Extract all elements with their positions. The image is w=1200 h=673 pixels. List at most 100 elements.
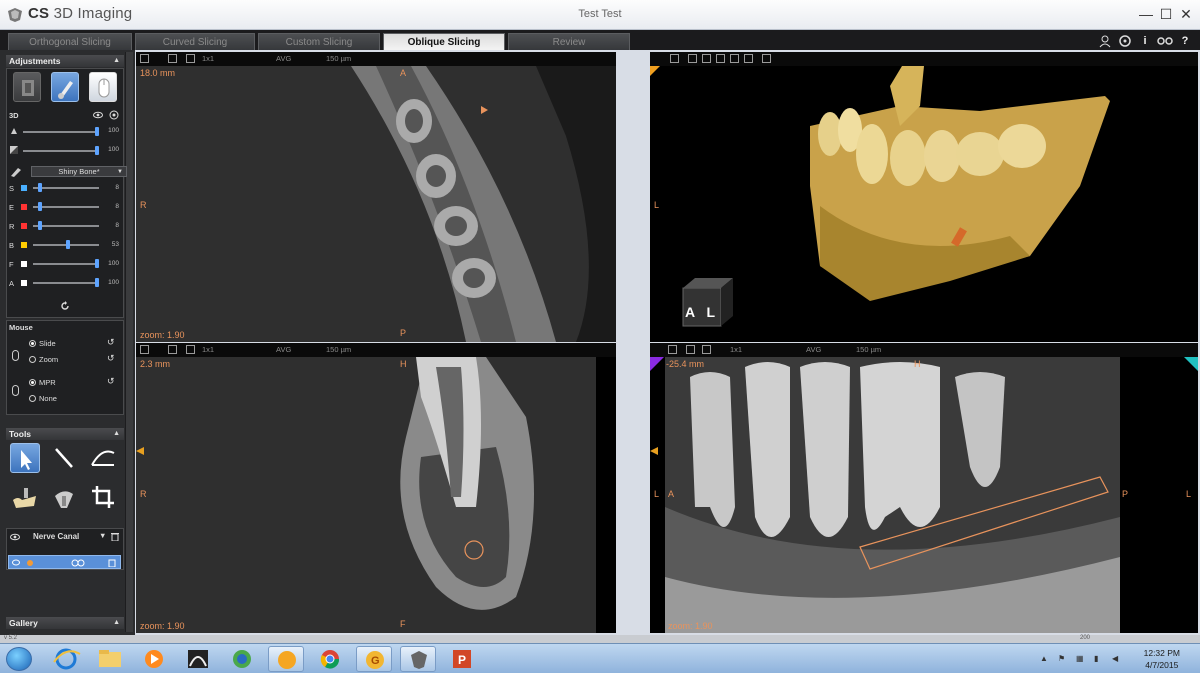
axial-layout-icon[interactable] (168, 54, 177, 63)
channel-slider-thumb[interactable] (95, 278, 99, 287)
nerve-color-swatch[interactable] (27, 560, 33, 566)
2d-mode-button[interactable] (13, 72, 41, 102)
channel-color-swatch[interactable] (21, 242, 27, 248)
pano-fullscreen-icon[interactable] (702, 345, 711, 354)
jaw-tool[interactable] (10, 482, 40, 512)
3d-print-icon[interactable] (730, 54, 739, 63)
channel-color-swatch[interactable] (21, 280, 27, 286)
mpr-reset-icon[interactable]: ↺ (107, 376, 115, 387)
link-icon[interactable] (71, 559, 85, 567)
network-app-taskbar-icon[interactable] (224, 646, 260, 672)
cross-thickness-label[interactable]: 150 µm (326, 345, 351, 354)
channel-slider-thumb[interactable] (95, 259, 99, 268)
channel-slider-track[interactable] (33, 206, 99, 208)
axial-grid-label[interactable]: 1x1 (202, 54, 214, 63)
tray-volume-icon[interactable]: ◀ (1112, 654, 1120, 663)
crop-tool[interactable] (88, 482, 118, 512)
eye-icon[interactable] (93, 111, 103, 119)
user-icon[interactable] (1098, 34, 1112, 48)
slide-radio[interactable] (29, 340, 36, 347)
viewport-panoramic[interactable]: 1x1 AVG 150 µm -25.4 mm H L A P L zoom: … (650, 343, 1198, 633)
tray-network-icon[interactable]: ▦ (1076, 654, 1084, 663)
axial-save-icon[interactable] (140, 54, 149, 63)
line-measure-tool[interactable] (49, 443, 79, 473)
implant-tool[interactable] (49, 482, 79, 512)
zoom-reset-icon[interactable]: ↺ (107, 353, 115, 364)
pointer-tool[interactable] (10, 443, 40, 473)
cross-layout-icon[interactable] (168, 345, 177, 354)
nerve-item-eye-icon[interactable] (12, 559, 20, 566)
brightness-slider-thumb[interactable] (95, 127, 99, 136)
3d-snapshot-icon[interactable] (702, 54, 711, 63)
channel-color-swatch[interactable] (21, 261, 27, 267)
windows-start-button[interactable] (6, 647, 32, 671)
settings-icon[interactable] (1156, 34, 1174, 48)
media-player-taskbar-icon[interactable] (136, 646, 172, 672)
powerpoint-taskbar-icon[interactable]: P (444, 646, 480, 672)
3d-view-icon[interactable] (762, 54, 771, 63)
nerve-eye-icon[interactable] (10, 533, 20, 541)
contrast-slider-thumb[interactable] (95, 146, 99, 155)
preset-select[interactable]: Shiny Bone* ▼ (31, 166, 127, 177)
channel-slider-track[interactable] (33, 282, 99, 284)
tab-custom-slicing[interactable]: Custom Slicing (258, 33, 380, 50)
tray-arrow-icon[interactable]: ▲ (1040, 654, 1048, 663)
nerve-canal-item[interactable] (8, 555, 121, 569)
tab-curved-slicing[interactable]: Curved Slicing (135, 33, 255, 50)
g-app-taskbar-icon[interactable]: G (356, 646, 392, 672)
music-app-taskbar-icon[interactable] (268, 646, 304, 672)
pano-thickness-label[interactable]: 150 µm (856, 345, 881, 354)
target-small-icon[interactable] (109, 110, 119, 120)
axial-avg-select[interactable]: AVG (276, 54, 291, 63)
axial-fullscreen-icon[interactable] (186, 54, 195, 63)
channel-color-swatch[interactable] (21, 204, 27, 210)
gallery-header[interactable]: Gallery ▲ (6, 617, 124, 629)
system-clock[interactable]: 12:32 PM 4/7/2015 (1144, 647, 1180, 671)
channel-slider-thumb[interactable] (65, 240, 70, 249)
3d-layout-icon[interactable] (688, 54, 697, 63)
cross-grid-label[interactable]: 1x1 (202, 345, 214, 354)
cs-imaging-taskbar-icon[interactable] (400, 646, 436, 672)
nerve-canal-dropdown-icon[interactable]: ▼ (99, 531, 106, 540)
cross-avg-select[interactable]: AVG (276, 345, 291, 354)
pano-avg-select[interactable]: AVG (806, 345, 821, 354)
tray-flag-icon[interactable]: ⚑ (1058, 654, 1066, 663)
channel-slider-track[interactable] (33, 225, 99, 227)
channel-slider-thumb[interactable] (37, 202, 42, 211)
info-icon[interactable]: i (1138, 34, 1152, 48)
brush-mode-button[interactable] (51, 72, 79, 102)
channel-color-swatch[interactable] (21, 185, 27, 191)
axial-thickness-label[interactable]: 150 µm (326, 54, 351, 63)
maximize-button[interactable]: ☐ (1156, 4, 1176, 24)
channel-color-swatch[interactable] (21, 223, 27, 229)
tab-review[interactable]: Review (508, 33, 630, 50)
minimize-button[interactable]: — (1136, 4, 1156, 24)
photo-app-taskbar-icon[interactable] (180, 646, 216, 672)
3d-save-icon[interactable] (670, 54, 679, 63)
internet-explorer-taskbar-icon[interactable] (48, 646, 84, 672)
channel-slider-track[interactable] (33, 263, 99, 265)
nerve-item-delete-icon[interactable] (108, 558, 116, 567)
tray-signal-icon[interactable]: ▮ (1094, 654, 1102, 663)
trash-icon[interactable] (111, 532, 119, 541)
zoom-radio[interactable] (29, 356, 36, 363)
contrast-slider-track[interactable] (23, 150, 99, 152)
tab-oblique-slicing[interactable]: Oblique Slicing (383, 33, 505, 50)
viewport-cross-section[interactable]: 1x1 AVG 150 µm 2.3 mm H R F zoom: 1.90 (136, 343, 616, 633)
angle-measure-tool[interactable] (88, 443, 118, 473)
slide-reset-icon[interactable]: ↺ (107, 337, 115, 348)
tab-orthogonal-slicing[interactable]: Orthogonal Slicing (8, 33, 132, 50)
3d-export-icon[interactable] (744, 54, 753, 63)
mouse-mode-button[interactable] (89, 72, 117, 102)
target-icon[interactable] (1118, 34, 1132, 48)
tools-header[interactable]: Tools ▲ (6, 428, 124, 440)
channel-slider-thumb[interactable] (37, 221, 42, 230)
chrome-taskbar-icon[interactable] (312, 646, 348, 672)
3d-copy-icon[interactable] (716, 54, 725, 63)
reset-icon[interactable] (60, 301, 70, 311)
panel-scrollbar[interactable] (125, 52, 133, 632)
mpr-radio[interactable] (29, 379, 36, 386)
brightness-slider-track[interactable] (23, 131, 99, 133)
file-explorer-taskbar-icon[interactable] (92, 646, 128, 672)
viewport-axial[interactable]: 1x1 AVG 150 µm 18.0 mm A R P zoom: 1.90 (136, 52, 616, 342)
